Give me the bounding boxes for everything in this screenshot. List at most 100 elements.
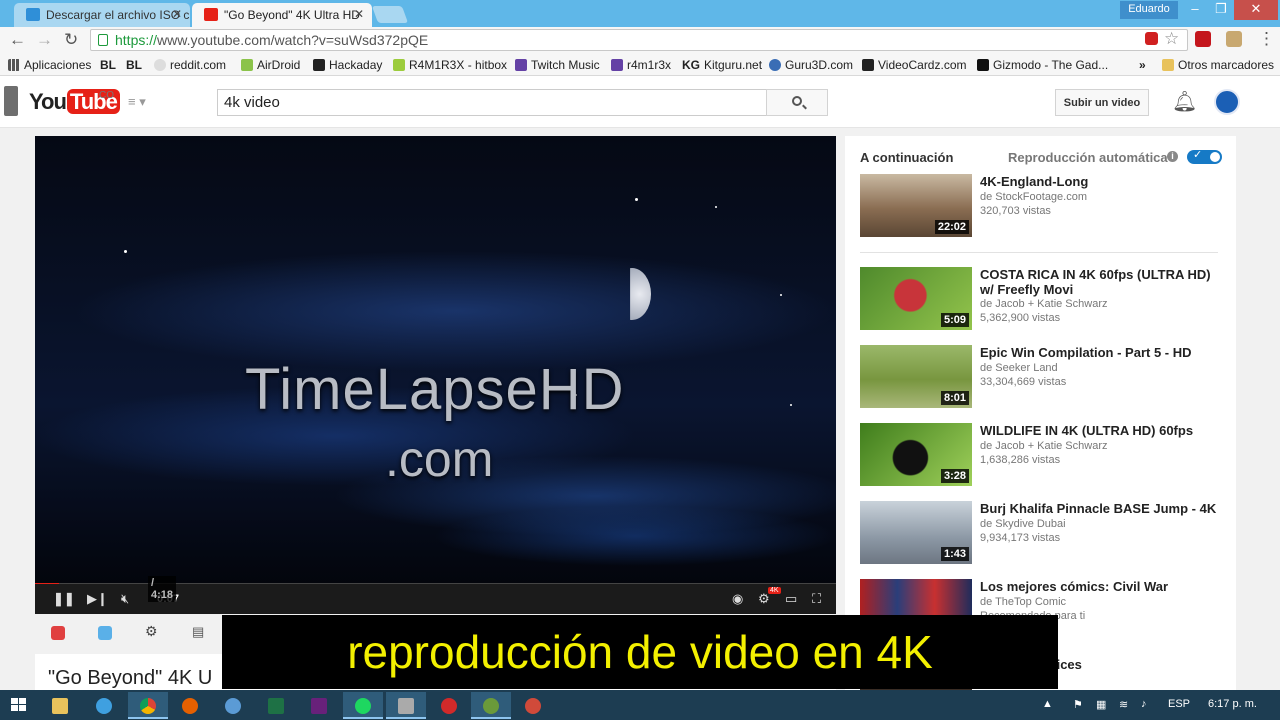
bookmark-apps[interactable]: Aplicaciones	[8, 58, 91, 72]
list-item[interactable]: 8:01 Epic Win Compilation - Part 5 - HD …	[860, 345, 1230, 409]
list-item[interactable]: 3:28 WILDLIFE IN 4K (ULTRA HD) 60fps de …	[860, 423, 1230, 487]
youtube-header: You Tube CO ≡ ▾ 4k video Subir un video 🔔…	[0, 76, 1280, 128]
videocardz-icon	[862, 59, 874, 71]
app-icon	[483, 698, 499, 714]
magic-wand-icon[interactable]	[98, 626, 112, 640]
menu-icon[interactable]: ⋮	[1258, 29, 1275, 49]
taskbar-chrome[interactable]	[128, 692, 168, 719]
divider	[860, 252, 1218, 253]
bookmark-reddit[interactable]: reddit.com	[154, 58, 226, 72]
next-icon[interactable]: ▶❙	[87, 591, 108, 607]
video-item-title[interactable]: WILDLIFE IN 4K (ULTRA HD) 60fps	[980, 423, 1225, 438]
tray-network-icon[interactable]: ▦	[1096, 698, 1106, 711]
video-download-icon[interactable]	[1145, 32, 1158, 45]
taskbar-file-explorer[interactable]	[40, 692, 80, 719]
taskbar-app[interactable]	[213, 692, 253, 719]
video-thumbnail[interactable]: 22:02	[860, 174, 972, 237]
windows-taskbar: ▲ ⚑ ▦ ≋ ♪ ESP 6:17 p. m.	[0, 690, 1280, 720]
video-item-views: 33,304,669 vistas	[980, 376, 1067, 388]
profile-chip[interactable]: Eduardo	[1120, 1, 1178, 19]
bookmark-airdroid[interactable]: AirDroid	[241, 58, 300, 72]
taskbar-excel[interactable]	[256, 692, 296, 719]
url-protocol: https://	[115, 32, 158, 48]
bookmark-star-icon[interactable]: ☆	[1164, 29, 1179, 49]
annotations-icon[interactable]: ◉	[732, 591, 743, 607]
upload-button[interactable]: Subir un video	[1055, 89, 1149, 116]
video-item-views: 1,638,286 vistas	[980, 454, 1061, 466]
bookmark-gizmodo[interactable]: Gizmodo - The Gad...	[977, 58, 1108, 72]
mute-icon[interactable]: 🔇︎	[121, 591, 129, 607]
back-arrow-icon[interactable]: ←	[9, 30, 26, 50]
taskbar-spotify[interactable]	[343, 692, 383, 719]
taskbar-internet-explorer[interactable]	[84, 692, 124, 719]
youtube-icon	[204, 8, 218, 21]
tray-volume-icon[interactable]: ♪	[1141, 698, 1147, 710]
tab-descargar-iso[interactable]: Descargar el archivo ISO c ✕	[14, 3, 190, 27]
taskbar-visual-studio[interactable]	[299, 692, 339, 719]
reload-icon[interactable]: ↻	[64, 30, 78, 50]
video-thumbnail[interactable]: 3:28	[860, 423, 972, 486]
forward-arrow-icon[interactable]: →	[36, 30, 53, 50]
theater-mode-icon[interactable]: ▭	[785, 591, 797, 607]
taskbar-audio-app[interactable]	[386, 692, 426, 719]
bookmark-r4m1r3x[interactable]: r4m1r3x	[611, 58, 671, 72]
taskbar-firefox[interactable]	[170, 692, 210, 719]
video-player[interactable]: TimeLapseHD .com ❚❚ ▶❙ 🔇︎ 0:07 / 4:18 ◉ …	[35, 136, 836, 614]
list-item[interactable]: 22:02 4K-England-Long de StockFootage.co…	[860, 174, 1230, 238]
taskbar-clock[interactable]: 6:17 p. m.	[1208, 698, 1257, 710]
bookmark-twitch-music[interactable]: Twitch Music	[515, 58, 600, 72]
search-button[interactable]	[766, 89, 828, 116]
bookmark-hitbox[interactable]: R4M1R3X - hitbox	[393, 58, 507, 72]
spotify-icon	[355, 698, 371, 714]
bookmark-bl-2[interactable]: BL	[126, 58, 142, 72]
adblock-icon[interactable]	[1195, 31, 1211, 47]
maximize-button[interactable]: ❐	[1206, 0, 1236, 20]
taskbar-app-3[interactable]	[513, 692, 553, 719]
page-edge-scroll	[4, 86, 18, 116]
address-bar[interactable]: https://www.youtube.com/watch?v=suWsd372…	[90, 29, 1188, 51]
fullscreen-icon[interactable]: ⛶	[812, 591, 821, 607]
bookmark-hackaday[interactable]: Hackaday	[313, 58, 382, 72]
video-thumbnail[interactable]: 1:43	[860, 501, 972, 564]
bookmark-bl-1[interactable]: BL	[100, 58, 116, 72]
video-thumbnail[interactable]: 8:01	[860, 345, 972, 408]
new-tab-button[interactable]	[371, 6, 409, 23]
search-input[interactable]: 4k video	[217, 89, 767, 116]
bookmark-kitguru[interactable]: KG Kitguru.net	[682, 58, 762, 72]
info-icon[interactable]: i	[1167, 151, 1178, 162]
video-item-title[interactable]: 4K-England-Long	[980, 174, 1225, 189]
tray-flag-icon[interactable]: ⚑	[1073, 698, 1083, 711]
bell-icon[interactable]: 🔔︎	[1172, 89, 1197, 114]
tray-wifi-icon[interactable]: ≋	[1119, 698, 1128, 711]
windows-start-icon[interactable]	[11, 698, 26, 712]
close-tab-icon[interactable]: ✕	[172, 7, 182, 21]
avatar[interactable]	[1214, 89, 1240, 115]
tray-chevron-icon[interactable]: ▲	[1042, 698, 1053, 710]
list-item[interactable]: 1:43 Burj Khalifa Pinnacle BASE Jump - 4…	[860, 501, 1230, 565]
bookmark-videocardz[interactable]: VideoCardz.com	[862, 58, 967, 72]
list-item[interactable]: 5:09 COSTA RICA IN 4K 60fps (ULTRA HD) w…	[860, 267, 1230, 331]
autoplay-toggle[interactable]: ✓	[1187, 149, 1222, 164]
video-thumbnail[interactable]: 5:09	[860, 267, 972, 330]
film-icon[interactable]: ▤	[192, 624, 206, 639]
gear-icon[interactable]: ⚙	[145, 623, 159, 639]
close-tab-icon[interactable]: ✕	[354, 7, 364, 21]
video-item-title[interactable]: Epic Win Compilation - Part 5 - HD	[980, 345, 1225, 360]
video-item-title[interactable]: Los mejores cómics: Civil War	[980, 579, 1225, 594]
guide-menu-icon[interactable]: ≡ ▾	[128, 94, 146, 110]
video-frame[interactable]: TimeLapseHD .com	[35, 136, 836, 584]
keyboard-language[interactable]: ESP	[1168, 698, 1190, 710]
taskbar-app-2[interactable]	[471, 692, 511, 719]
video-item-title[interactable]: COSTA RICA IN 4K 60fps (ULTRA HD) w/ Fre…	[980, 267, 1225, 297]
extension-icon[interactable]	[1226, 31, 1242, 47]
bookmarks-overflow-button[interactable]: »	[1139, 58, 1146, 72]
taskbar-recorder[interactable]	[429, 692, 469, 719]
pause-icon[interactable]: ❚❚	[53, 591, 75, 607]
other-bookmarks-folder[interactable]: Otros marcadores	[1162, 58, 1274, 72]
bookmark-guru3d[interactable]: Guru3D.com	[769, 58, 853, 72]
lock-icon	[98, 34, 108, 46]
record-icon[interactable]	[51, 626, 65, 640]
video-item-title[interactable]: Burj Khalifa Pinnacle BASE Jump - 4K	[980, 501, 1225, 516]
tab-youtube-video[interactable]: "Go Beyond" 4K Ultra HD ✕	[192, 3, 372, 27]
close-window-button[interactable]: ✕	[1234, 0, 1278, 20]
